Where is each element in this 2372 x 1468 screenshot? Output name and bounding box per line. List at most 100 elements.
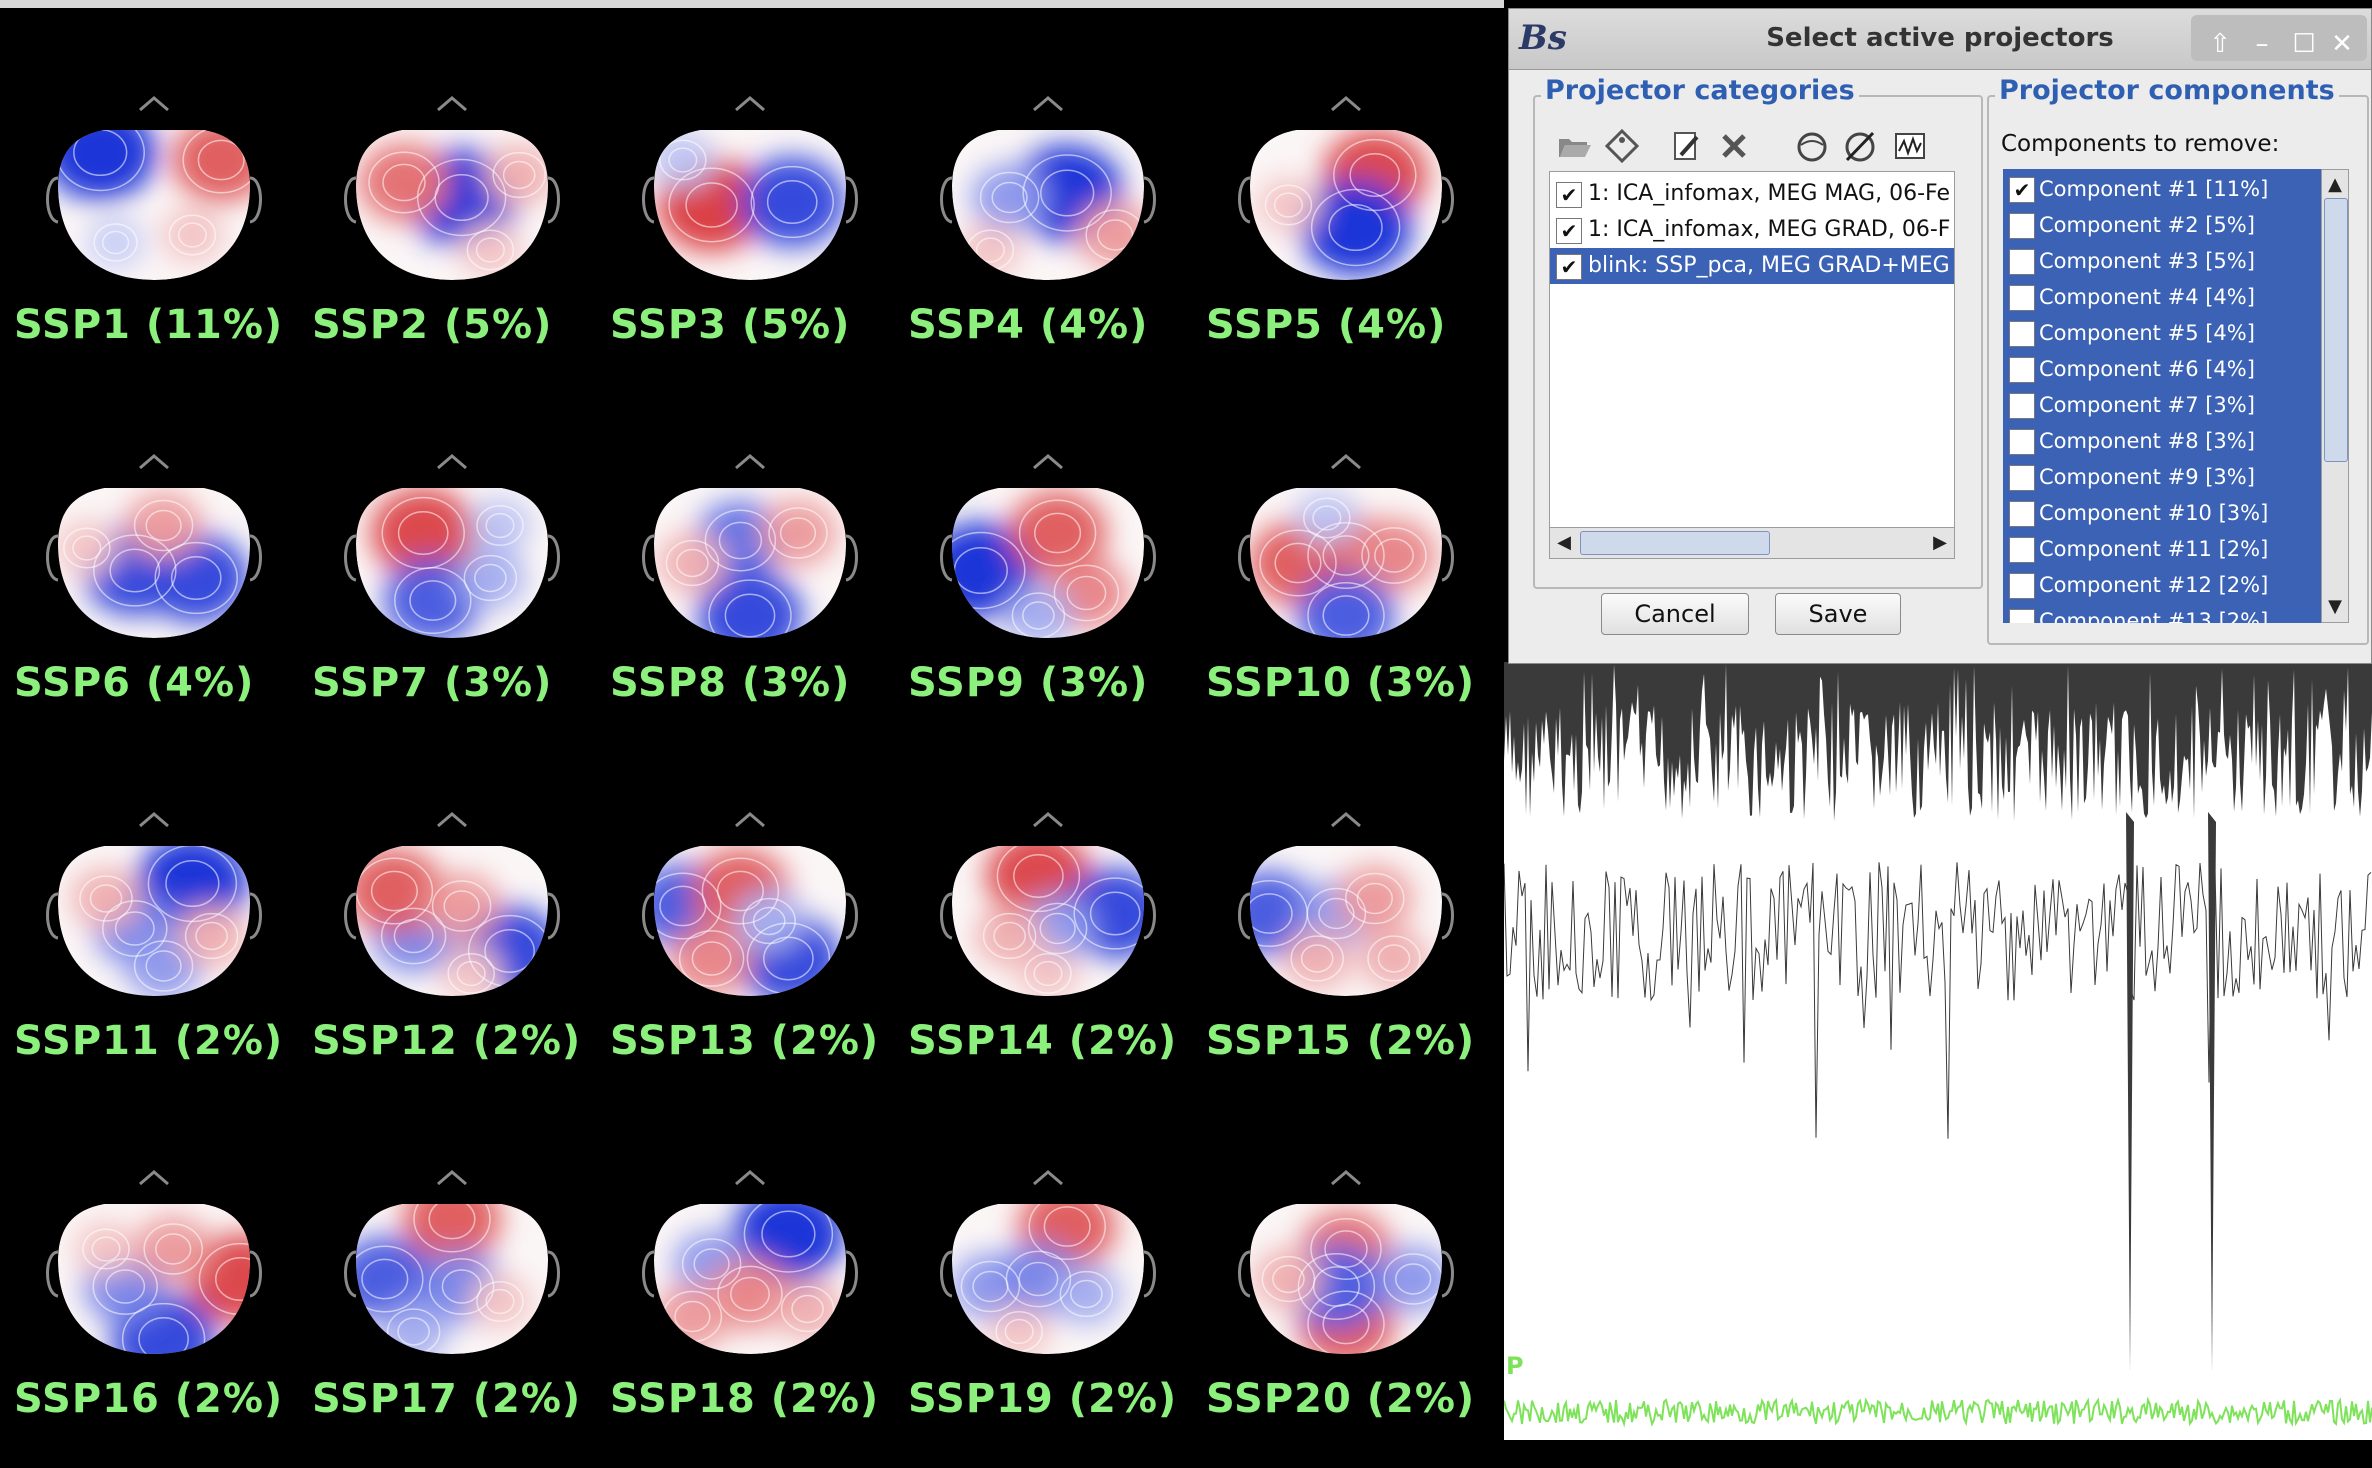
categories-horizontal-scrollbar[interactable]: ◀ ▶ bbox=[1549, 527, 1955, 559]
topography-17[interactable]: SSP17 (2%) bbox=[312, 1148, 592, 1468]
topography-label: SSP8 (3%) bbox=[610, 660, 851, 706]
components-list[interactable]: ✔ Component #1 [11%] Component #2 [5%] Comp… bbox=[2003, 169, 2321, 623]
component-row[interactable]: ✔ Component #1 [11%] bbox=[2003, 171, 2303, 207]
dialog-titlebar[interactable]: Bs Select active projectors ⇧ – ☐ ✕ bbox=[1509, 9, 2371, 70]
field-blob bbox=[760, 500, 836, 566]
component-row[interactable]: Component #3 [5%] bbox=[2003, 243, 2303, 279]
topography-label: SSP6 (4%) bbox=[14, 660, 255, 706]
component-checkbox[interactable] bbox=[2009, 285, 2035, 311]
topography-18[interactable]: SSP18 (2%) bbox=[610, 1148, 890, 1468]
topography-16[interactable]: SSP16 (2%) bbox=[14, 1148, 294, 1468]
tag-icon[interactable] bbox=[1603, 127, 1641, 165]
component-row[interactable]: Component #4 [4%] bbox=[2003, 279, 2303, 315]
topography-7[interactable]: SSP7 (3%) bbox=[312, 432, 592, 752]
ear-marker bbox=[845, 534, 858, 582]
component-row[interactable]: Component #6 [4%] bbox=[2003, 351, 2303, 387]
scrollbar-thumb[interactable] bbox=[2324, 198, 2348, 462]
topography-20[interactable]: SSP20 (2%) bbox=[1206, 1148, 1486, 1468]
topography-1[interactable]: SSP1 (11%) bbox=[14, 74, 294, 394]
component-row[interactable]: Component #11 [2%] bbox=[2003, 531, 2303, 567]
ear-marker bbox=[1441, 1250, 1454, 1298]
topography-9[interactable]: SSP9 (3%) bbox=[908, 432, 1188, 752]
field-blob bbox=[379, 1301, 448, 1354]
category-row[interactable]: ✔ 1: ICA_infomax, MEG GRAD, 06-F bbox=[1550, 212, 1954, 248]
signal-trace-panel[interactable]: P bbox=[1504, 662, 2372, 1440]
topography-2[interactable]: SSP2 (5%) bbox=[312, 74, 592, 394]
scroll-down-icon[interactable]: ▼ bbox=[2322, 592, 2348, 622]
topography-13[interactable]: SSP13 (2%) bbox=[610, 790, 890, 1110]
field-blob bbox=[734, 891, 804, 951]
topography-11[interactable]: SSP11 (2%) bbox=[14, 790, 294, 1110]
scroll-left-icon[interactable]: ◀ bbox=[1550, 528, 1578, 558]
component-checkbox[interactable] bbox=[2009, 465, 2035, 491]
component-row[interactable]: Component #5 [4%] bbox=[2003, 315, 2303, 351]
channel-label: P bbox=[1506, 1352, 1524, 1380]
component-row[interactable]: Component #9 [3%] bbox=[2003, 459, 2303, 495]
close-icon[interactable]: ✕ bbox=[2327, 29, 2357, 59]
component-checkbox[interactable] bbox=[2009, 249, 2035, 275]
topography-6[interactable]: SSP6 (4%) bbox=[14, 432, 294, 752]
ear-marker bbox=[940, 534, 953, 582]
component-checkbox[interactable] bbox=[2009, 609, 2035, 623]
components-vertical-scrollbar[interactable]: ▲ ▼ bbox=[2321, 169, 2349, 623]
topography-5[interactable]: SSP5 (4%) bbox=[1206, 74, 1486, 394]
category-checkbox[interactable]: ✔ bbox=[1556, 218, 1582, 244]
topography-4[interactable]: SSP4 (4%) bbox=[908, 74, 1188, 394]
delete-icon[interactable] bbox=[1715, 127, 1753, 165]
projector-categories-title: Projector categories bbox=[1541, 75, 1859, 106]
topography-19[interactable]: SSP19 (2%) bbox=[908, 1148, 1188, 1468]
component-checkbox[interactable] bbox=[2009, 573, 2035, 599]
nose-marker bbox=[139, 96, 169, 112]
component-row[interactable]: Component #2 [5%] bbox=[2003, 207, 2303, 243]
component-label: Component #8 [3%] bbox=[2039, 429, 2255, 453]
component-checkbox[interactable] bbox=[2009, 357, 2035, 383]
field-blob bbox=[71, 868, 141, 929]
topography-label: SSP19 (2%) bbox=[908, 1376, 1178, 1422]
scrollbar-thumb[interactable] bbox=[1580, 531, 1770, 555]
component-row[interactable]: Component #7 [3%] bbox=[2003, 387, 2303, 423]
category-row[interactable]: ✔ blink: SSP_pca, MEG GRAD+MEG bbox=[1550, 248, 1954, 284]
ear-marker bbox=[547, 176, 560, 224]
ear-marker bbox=[344, 534, 357, 582]
scroll-right-icon[interactable]: ▶ bbox=[1926, 528, 1954, 558]
component-checkbox[interactable] bbox=[2009, 501, 2035, 527]
topography-8[interactable]: SSP8 (3%) bbox=[610, 432, 890, 752]
field-blob bbox=[988, 1304, 1050, 1354]
ear-marker bbox=[46, 534, 59, 582]
maximize-icon[interactable]: ☐ bbox=[2289, 29, 2319, 59]
cancel-button[interactable]: Cancel bbox=[1601, 593, 1749, 635]
topography-10[interactable]: SSP10 (3%) bbox=[1206, 432, 1486, 752]
component-checkbox[interactable] bbox=[2009, 213, 2035, 239]
topography-12[interactable]: SSP12 (2%) bbox=[312, 790, 592, 1110]
component-checkbox[interactable]: ✔ bbox=[2009, 177, 2035, 203]
ear-marker bbox=[1238, 1250, 1251, 1298]
folder-open-icon[interactable] bbox=[1555, 127, 1593, 165]
topography-14[interactable]: SSP14 (2%) bbox=[908, 790, 1188, 1110]
category-checkbox[interactable]: ✔ bbox=[1556, 182, 1582, 208]
component-row[interactable]: Component #12 [2%] bbox=[2003, 567, 2303, 603]
component-checkbox[interactable] bbox=[2009, 429, 2035, 455]
topography-icon[interactable] bbox=[1793, 127, 1831, 165]
topography-label: SSP9 (3%) bbox=[908, 660, 1149, 706]
component-checkbox[interactable] bbox=[2009, 321, 2035, 347]
component-checkbox[interactable] bbox=[2009, 537, 2035, 563]
topography-label: SSP11 (2%) bbox=[14, 1018, 284, 1064]
component-row[interactable]: Component #10 [3%] bbox=[2003, 495, 2303, 531]
up-arrow-icon[interactable]: ⇧ bbox=[2205, 29, 2235, 59]
minimize-icon[interactable]: – bbox=[2247, 29, 2277, 59]
edit-icon[interactable] bbox=[1667, 127, 1705, 165]
field-blob bbox=[1257, 178, 1320, 232]
ear-marker bbox=[249, 176, 262, 224]
categories-list[interactable]: ✔ 1: ICA_infomax, MEG MAG, 06-Fe ✔ 1: ICA_i… bbox=[1549, 171, 1955, 529]
scroll-up-icon[interactable]: ▲ bbox=[2322, 170, 2348, 200]
component-row[interactable]: Component #8 [3%] bbox=[2003, 423, 2303, 459]
topography-3[interactable]: SSP3 (5%) bbox=[610, 74, 890, 394]
hide-icon[interactable] bbox=[1841, 127, 1879, 165]
category-checkbox[interactable]: ✔ bbox=[1556, 254, 1582, 280]
save-button[interactable]: Save bbox=[1775, 593, 1901, 635]
timeseries-icon[interactable] bbox=[1891, 127, 1929, 165]
component-row[interactable]: Component #13 [2%] bbox=[2003, 603, 2303, 623]
component-checkbox[interactable] bbox=[2009, 393, 2035, 419]
topography-15[interactable]: SSP15 (2%) bbox=[1206, 790, 1486, 1110]
category-row[interactable]: ✔ 1: ICA_infomax, MEG MAG, 06-Fe bbox=[1550, 176, 1954, 212]
